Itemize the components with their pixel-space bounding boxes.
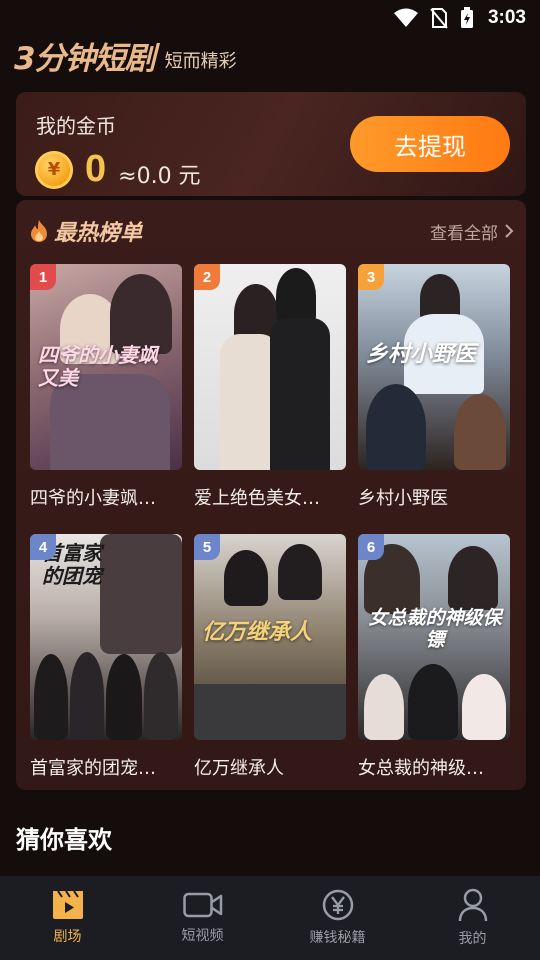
video-camera-icon bbox=[182, 892, 222, 918]
drama-poster: 四爷的小妻飒又美 1 bbox=[30, 264, 182, 470]
no-sim-icon bbox=[430, 8, 448, 29]
hot-ranking-title: 最热榜单 bbox=[28, 215, 142, 247]
guess-you-like-title: 猜你喜欢 bbox=[16, 826, 112, 854]
nav-item-earn-money[interactable]: 赚钱秘籍 bbox=[278, 889, 398, 947]
drama-card[interactable]: 亿万继承人 5 亿万继承人 bbox=[194, 534, 346, 804]
drama-title: 女总裁的神级… bbox=[358, 758, 484, 779]
battery-charging-icon bbox=[460, 7, 473, 28]
coin-card: 我的金币 ¥ 0 ≈0.0 元 去提现 bbox=[16, 92, 526, 196]
drama-title: 四爷的小妻飒… bbox=[30, 488, 156, 509]
hot-ranking-grid: 四爷的小妻飒又美 1 四爷的小妻飒… 2 爱上绝色美女… 乡村小野医 3 乡村小… bbox=[30, 264, 510, 804]
app-header: 3分钟短剧 短而精彩 bbox=[14, 38, 237, 78]
status-bar: 3:03 bbox=[0, 0, 540, 36]
bottom-nav: 剧场 短视频 赚钱秘籍 我的 bbox=[0, 876, 540, 960]
drama-card[interactable]: 2 爱上绝色美女… bbox=[194, 264, 346, 534]
hot-ranking-header: 最热榜单 查看全部 bbox=[28, 216, 514, 246]
clapperboard-icon bbox=[52, 890, 83, 919]
rank-badge: 2 bbox=[194, 264, 220, 290]
brand-slogan: 短而精彩 bbox=[164, 51, 237, 72]
drama-poster: 首富家的团宠 4 bbox=[30, 534, 182, 740]
rank-badge: 1 bbox=[30, 264, 56, 290]
yuan-coin-icon bbox=[322, 889, 353, 921]
rank-badge: 6 bbox=[358, 534, 384, 560]
drama-title: 乡村小野医 bbox=[358, 488, 448, 509]
drama-card[interactable]: 四爷的小妻飒又美 1 四爷的小妻飒… bbox=[30, 264, 182, 534]
hot-ranking-panel: 最热榜单 查看全部 四爷的小妻飒又美 1 四爷的小妻飒… 2 爱上绝色美女… 乡… bbox=[16, 200, 526, 790]
drama-poster: 女总裁的神级保镖 6 bbox=[358, 534, 510, 740]
coin-value: 0 bbox=[85, 148, 107, 190]
status-icons bbox=[393, 7, 474, 29]
withdraw-button[interactable]: 去提现 bbox=[350, 116, 510, 172]
nav-item-theater[interactable]: 剧场 bbox=[8, 890, 128, 946]
rank-badge: 5 bbox=[194, 534, 220, 560]
rank-badge: 3 bbox=[358, 264, 384, 290]
brand-logo: 3分钟短剧 bbox=[14, 41, 156, 77]
drama-title: 亿万继承人 bbox=[194, 758, 284, 779]
drama-title: 首富家的团宠… bbox=[30, 758, 156, 779]
user-icon bbox=[458, 888, 487, 922]
drama-poster: 乡村小野医 3 bbox=[358, 264, 510, 470]
see-all-link[interactable]: 查看全部 bbox=[430, 219, 514, 244]
nav-item-mine[interactable]: 我的 bbox=[413, 888, 533, 948]
chevron-right-icon bbox=[505, 224, 514, 238]
status-time: 3:03 bbox=[487, 7, 526, 28]
gold-coin-icon: ¥ bbox=[35, 150, 73, 189]
drama-poster: 亿万继承人 5 bbox=[194, 534, 346, 740]
drama-title: 爱上绝色美女… bbox=[194, 488, 320, 509]
coin-cash-equivalent: ≈0.0 元 bbox=[118, 163, 201, 189]
coin-title: 我的金币 bbox=[36, 114, 116, 138]
rank-badge: 4 bbox=[30, 534, 56, 560]
nav-item-short-video[interactable]: 短视频 bbox=[143, 891, 263, 945]
drama-card[interactable]: 首富家的团宠 4 首富家的团宠… bbox=[30, 534, 182, 804]
coin-balance-row: ¥ 0 ≈0.0 元 bbox=[35, 148, 201, 191]
drama-card[interactable]: 女总裁的神级保镖 6 女总裁的神级… bbox=[358, 534, 510, 804]
drama-card[interactable]: 乡村小野医 3 乡村小野医 bbox=[358, 264, 510, 534]
wifi-icon bbox=[393, 8, 418, 27]
flame-icon bbox=[31, 220, 47, 242]
drama-poster: 2 bbox=[194, 264, 346, 470]
